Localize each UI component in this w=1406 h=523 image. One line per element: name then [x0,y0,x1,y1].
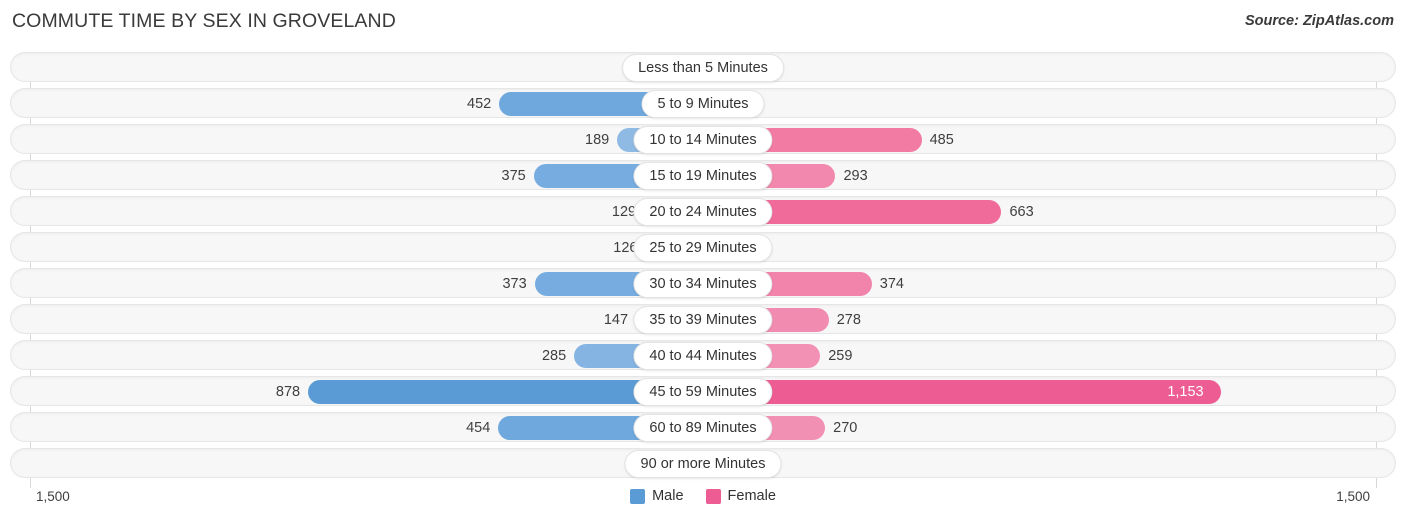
legend-item-male[interactable]: Male [630,488,684,504]
table-row[interactable]: 285 259 40 to 44 Minutes [10,340,1396,370]
table-row[interactable]: 1269425 to 29 Minutes [10,232,1396,262]
value-label-male: 285 [541,348,567,364]
value-label-female: 663 [1009,204,1034,220]
category-label[interactable]: 25 to 29 Minutes [633,234,773,262]
value-label-female: 278 [836,312,861,328]
category-label[interactable]: 30 to 34 Minutes [633,270,773,298]
value-label-male: 373 [502,276,527,292]
value-label-female: 293 [843,168,868,184]
legend-label: Male [652,488,684,504]
table-row[interactable]: 878 1,153 45 to 59 Minutes [10,376,1396,406]
table-row[interactable]: 147 278 35 to 39 Minutes [10,304,1396,334]
table-row[interactable]: 649Less than 5 Minutes [10,52,1396,82]
table-row[interactable]: 452755 to 9 Minutes [10,88,1396,118]
table-row[interactable]: 61090 or more Minutes [10,448,1396,478]
legend-swatch-icon [630,488,646,504]
value-label-female: 259 [828,348,853,364]
category-label[interactable]: Less than 5 Minutes [622,54,784,82]
legend-label: Female [727,488,776,504]
chart-page: COMMUTE TIME BY SEX IN GROVELAND Source:… [0,0,1406,523]
table-row[interactable]: 189 485 10 to 14 Minutes [10,124,1396,154]
value-label-male: 454 [466,420,491,436]
category-label[interactable]: 45 to 59 Minutes [633,378,773,406]
category-label[interactable]: 15 to 19 Minutes [633,162,773,190]
page-title: COMMUTE TIME BY SEX IN GROVELAND [12,10,396,32]
table-row[interactable]: 375 293 15 to 19 Minutes [10,160,1396,190]
legend-item-female[interactable]: Female [705,488,776,504]
table-row[interactable]: 454 270 60 to 89 Minutes [10,412,1396,442]
legend-swatch-icon [705,488,721,504]
category-label[interactable]: 20 to 24 Minutes [633,198,773,226]
table-row[interactable]: 129 663 20 to 24 Minutes [10,196,1396,226]
value-label-female: 1,153 [1167,384,1204,400]
value-label-female: 270 [833,420,858,436]
chart-legend: Male Female [0,488,1406,504]
diverging-bar-plot: 649Less than 5 Minutes 452755 to 9 Minute… [10,52,1396,488]
category-label[interactable]: 60 to 89 Minutes [633,414,773,442]
category-label[interactable]: 35 to 39 Minutes [633,306,773,334]
value-label-male: 452 [467,96,492,112]
category-label[interactable]: 5 to 9 Minutes [641,90,765,118]
bar-female[interactable] [704,380,1222,404]
value-label-female: 485 [929,132,954,148]
category-label[interactable]: 10 to 14 Minutes [633,126,773,154]
value-label-female: 374 [879,276,904,292]
table-row[interactable]: 373 374 30 to 34 Minutes [10,268,1396,298]
category-label[interactable]: 40 to 44 Minutes [633,342,773,370]
value-label-male: 878 [275,384,301,400]
value-label-male: 375 [501,168,526,184]
value-label-male: 147 [603,312,629,328]
value-label-male: 189 [585,132,610,148]
source-attribution: Source: ZipAtlas.com [1244,13,1394,29]
category-label[interactable]: 90 or more Minutes [624,450,782,478]
